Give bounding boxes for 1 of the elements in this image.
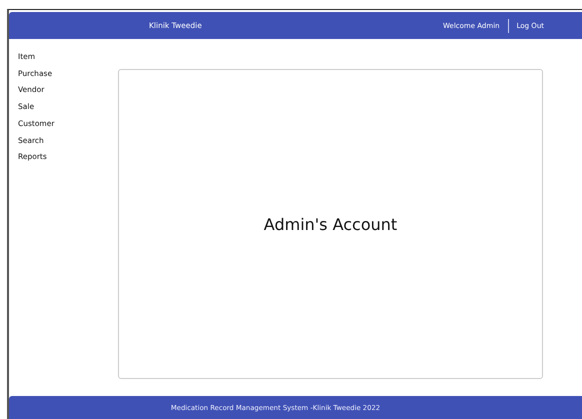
- account-heading: Admin's Account: [264, 214, 398, 234]
